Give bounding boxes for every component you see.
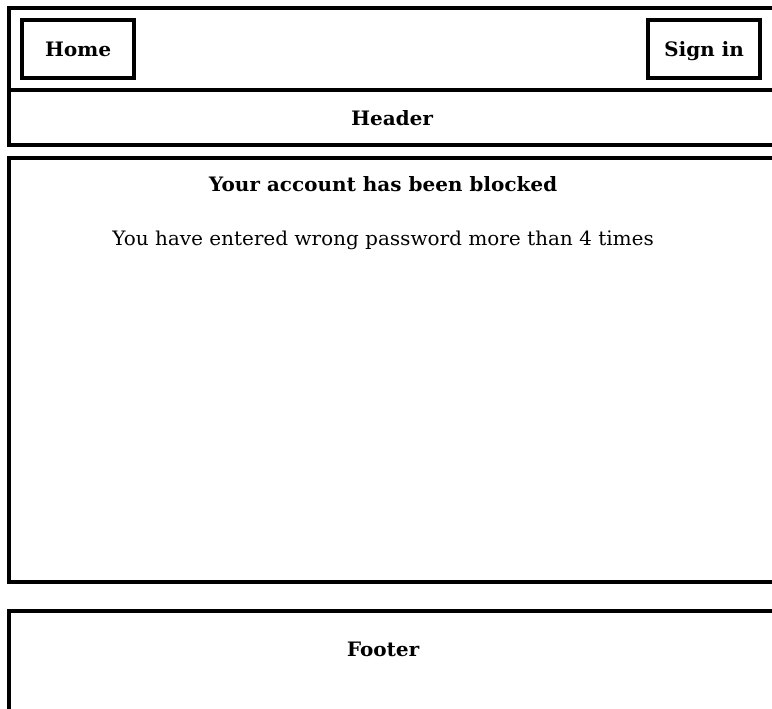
sign-in-button-label: Sign in xyxy=(664,37,744,61)
blocked-message: You have entered wrong password more tha… xyxy=(112,226,654,250)
header-bar: Header xyxy=(7,88,772,147)
footer-label: Footer xyxy=(346,637,420,661)
sign-in-button[interactable]: Sign in xyxy=(646,18,762,80)
footer: Footer xyxy=(7,609,772,709)
blocked-title: Your account has been blocked xyxy=(208,172,558,196)
header-label: Header xyxy=(351,105,433,130)
home-button[interactable]: Home xyxy=(20,18,136,80)
home-button-label: Home xyxy=(44,37,112,61)
main-content: Your account has been blocked You have e… xyxy=(7,156,772,584)
